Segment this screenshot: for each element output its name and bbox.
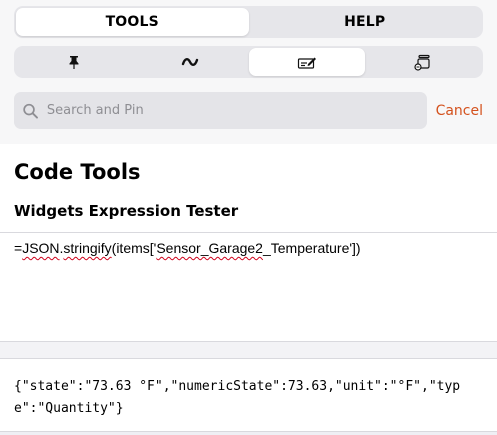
page-title: Code Tools	[14, 160, 141, 184]
tab-tools[interactable]: TOOLS	[16, 8, 249, 36]
tool-icon-segment	[14, 46, 483, 78]
expr-mid2: (items['	[111, 240, 157, 256]
cancel-button[interactable]: Cancel	[436, 103, 483, 119]
expr-sensor: Sensor_Garage2	[156, 240, 263, 256]
expr-prefix: =	[14, 240, 23, 256]
code-tools-tab[interactable]	[248, 48, 365, 76]
developer-sidebar-tab[interactable]	[365, 48, 481, 76]
search-row: Cancel	[14, 92, 483, 129]
top-toolbar: TOOLS HELP Search and Pin Cancel	[0, 0, 497, 144]
result-panel: {"state":"73.63 °F","numericState":73.63…	[0, 358, 497, 432]
search-input[interactable]	[46, 103, 427, 118]
wave-icon	[182, 58, 199, 66]
expr-json: JSON	[22, 240, 60, 256]
pin-tab[interactable]	[16, 48, 132, 76]
section-title: Widgets Expression Tester	[14, 202, 239, 220]
result-output: {"state":"73.63 °F","numericState":73.63…	[14, 379, 461, 416]
expression-editor[interactable]: =JSON.stringify(items['Sensor_Garage2_Te…	[0, 232, 497, 342]
separator	[0, 342, 497, 358]
expr-suffix: _Temperature'])	[262, 240, 361, 256]
main-tab-segment: TOOLS HELP	[14, 6, 483, 38]
expr-stringify: stringify	[63, 240, 112, 256]
developer-sidebar-icon	[414, 54, 430, 71]
search-icon	[23, 103, 38, 119]
pin-icon	[69, 56, 79, 69]
code-edit-icon	[297, 57, 316, 69]
wave-tab[interactable]	[132, 48, 248, 76]
search-field[interactable]	[14, 92, 427, 129]
expression-text[interactable]: =JSON.stringify(items['Sensor_Garage2_Te…	[14, 240, 361, 256]
content-header: Code Tools Widgets Expression Tester	[0, 144, 497, 232]
tab-help[interactable]: HELP	[249, 8, 482, 36]
